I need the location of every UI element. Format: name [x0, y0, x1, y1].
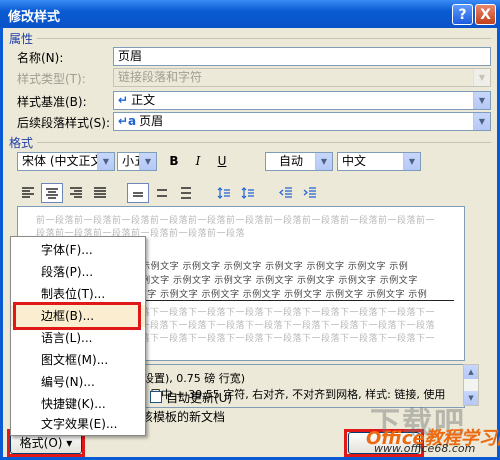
align-right-icon — [70, 186, 82, 198]
decrease-indent-button[interactable] — [275, 183, 297, 203]
title-bar[interactable]: 修改样式 ? X — [0, 0, 500, 28]
align-right-button[interactable] — [65, 183, 87, 203]
following-style-label: 后续段落样式(S): — [17, 116, 111, 130]
align-left-button[interactable] — [17, 183, 39, 203]
menu-item-language[interactable]: 语言(L)... — [11, 327, 145, 349]
decrease-spacing-before-button[interactable] — [237, 183, 259, 203]
menu-item-frame[interactable]: 图文框(M)... — [11, 349, 145, 371]
align-center-icon — [46, 187, 58, 199]
indent-icon — [303, 186, 316, 198]
based-on-value: 正文 — [131, 93, 156, 107]
format-popup-menu: 字体(F)... 段落(P)... 制表位(T)... 边框(B)... 语言(… — [10, 236, 146, 436]
bold-button[interactable]: B — [163, 152, 185, 172]
font-size-dropdown[interactable]: 小五 ▼ — [117, 152, 157, 171]
style-type-dropdown: 链接段落和字符 ▼ — [113, 68, 491, 87]
font-dropdown[interactable]: 宋体 (中文正文 ▼ — [17, 152, 115, 171]
linked-style-icon: ↵a — [118, 114, 137, 128]
space-after-icon — [241, 186, 254, 199]
align-left-icon — [22, 186, 34, 198]
font-color-value: 自动 — [278, 154, 303, 168]
site-watermark: 下载吧 Office教程学习网 www.office68.com — [360, 398, 500, 458]
help-button[interactable]: ? — [452, 4, 473, 25]
justify-button[interactable] — [89, 183, 111, 203]
double-spacing-icon — [181, 186, 191, 199]
single-spacing-button[interactable] — [127, 183, 149, 203]
chevron-down-icon[interactable]: ▼ — [315, 153, 332, 170]
auto-update-checkbox[interactable] — [150, 391, 162, 403]
format-section-label: 格式 — [9, 136, 34, 150]
menu-item-paragraph[interactable]: 段落(P)... — [11, 261, 145, 283]
language-dropdown[interactable]: 中文 ▼ — [337, 152, 421, 171]
single-spacing-icon — [133, 191, 143, 197]
description-line: 设置), 0.75 磅 行宽) — [143, 372, 246, 385]
chevron-down-icon[interactable]: ▼ — [473, 113, 490, 130]
chevron-down-icon[interactable]: ▼ — [97, 153, 114, 170]
border-item-highlight — [13, 302, 141, 330]
close-button[interactable]: X — [475, 4, 496, 25]
one-half-spacing-button[interactable] — [151, 183, 173, 203]
watermark-url: www.office68.com — [374, 442, 476, 455]
style-type-value: 链接段落和字符 — [118, 70, 203, 84]
modify-style-dialog: 修改样式 ? X 属性 名称(N): 页眉 样式类型(T): 链接段落和字符 ▼… — [0, 0, 500, 460]
justify-icon — [94, 186, 106, 198]
double-spacing-button[interactable] — [175, 183, 197, 203]
language-value: 中文 — [342, 154, 367, 168]
menu-item-font[interactable]: 字体(F)... — [11, 239, 145, 261]
chevron-down-icon[interactable]: ▼ — [403, 153, 420, 170]
paragraph-style-icon: ↵ — [118, 93, 129, 107]
based-on-label: 样式基准(B): — [17, 95, 87, 109]
menu-item-numbering[interactable]: 编号(N)... — [11, 371, 145, 393]
outdent-icon — [279, 186, 292, 198]
menu-item-text-effects[interactable]: 文字效果(E)... — [11, 413, 145, 435]
chevron-down-icon[interactable]: ▼ — [473, 92, 490, 109]
scroll-up-icon[interactable]: ▲ — [464, 365, 478, 379]
properties-divider — [37, 38, 491, 39]
font-color-dropdown[interactable]: 自动 ▼ — [265, 152, 333, 171]
auto-update-label: 自动更新(U) — [166, 391, 233, 405]
preview-previous-paragraph: 前一段落前一段落前一段落前一段落前一段落前一段落前一段落前一段落前一段落前一段落… — [36, 216, 436, 226]
based-on-dropdown[interactable]: ↵ 正文 ▼ — [113, 91, 491, 110]
underline-button[interactable]: U — [211, 152, 233, 172]
italic-button[interactable]: I — [187, 152, 209, 172]
increase-spacing-before-button[interactable] — [213, 183, 235, 203]
new-docs-option-label: 该模板的新文档 — [141, 410, 226, 424]
format-divider — [37, 142, 491, 143]
font-value: 宋体 (中文正文 — [22, 154, 103, 168]
name-label: 名称(N): — [17, 51, 64, 65]
following-style-value: 页眉 — [139, 114, 164, 128]
properties-section-label: 属性 — [9, 32, 34, 46]
increase-indent-button[interactable] — [299, 183, 321, 203]
name-field[interactable]: 页眉 — [113, 47, 491, 66]
following-style-dropdown[interactable]: ↵a 页眉 ▼ — [113, 112, 491, 131]
style-type-label: 样式类型(T): — [17, 72, 86, 86]
name-value: 页眉 — [118, 49, 143, 63]
menu-item-shortcut-key[interactable]: 快捷键(K)... — [11, 393, 145, 415]
space-before-icon — [217, 186, 230, 199]
dialog-title: 修改样式 — [8, 10, 61, 25]
chevron-down-icon[interactable]: ▼ — [139, 153, 156, 170]
one-half-spacing-icon — [157, 188, 167, 197]
chevron-down-icon: ▼ — [473, 69, 490, 86]
align-center-button[interactable] — [41, 183, 63, 203]
